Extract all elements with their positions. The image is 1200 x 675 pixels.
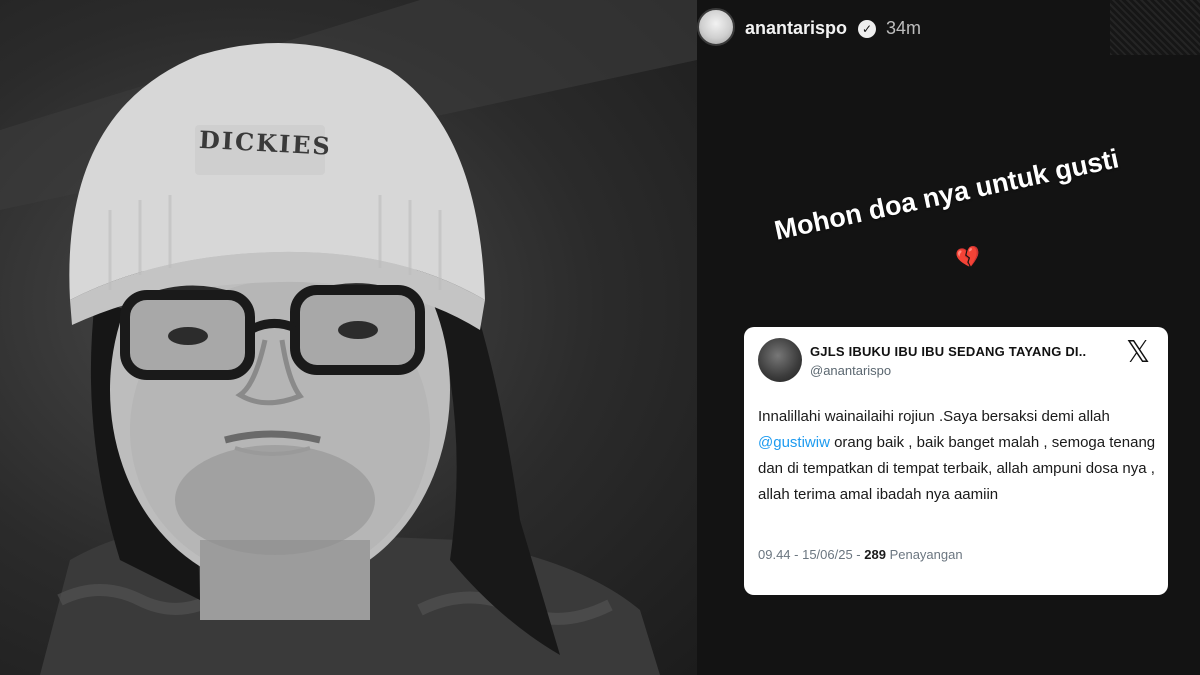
broken-heart-icon: 💔 xyxy=(954,244,984,272)
tweet-meta: 09.44 - 15/06/25 - 289 Penayangan xyxy=(758,547,963,562)
tweet-card[interactable]: GJLS IBUKU IBU IBU SEDANG TAYANG DI.. @a… xyxy=(744,327,1168,595)
tweet-body: Innalillahi wainailaihi rojiun .Saya ber… xyxy=(758,404,1156,508)
avatar[interactable] xyxy=(697,8,735,46)
tweet-avatar[interactable] xyxy=(758,338,802,382)
portrait-photo: DICKIES xyxy=(0,0,697,675)
tweet-timestamp: 09.44 - 15/06/25 - xyxy=(758,547,865,562)
hat-logo-text: DICKIES xyxy=(198,124,333,161)
tweet-handle[interactable]: @anantarispo xyxy=(810,363,891,378)
story-username[interactable]: anantarispo xyxy=(745,18,847,39)
tweet-display-name[interactable]: GJLS IBUKU IBU IBU SEDANG TAYANG DI.. xyxy=(810,344,1086,359)
x-logo-icon: 𝕏 xyxy=(1126,335,1151,370)
portrait-illustration xyxy=(0,0,697,675)
verified-badge-icon: ✓ xyxy=(858,20,876,38)
tweet-body-text-start: Innalillahi wainailaihi rojiun .Saya ber… xyxy=(758,408,1110,425)
story-header: anantarispo ✓ 34m xyxy=(697,8,1200,48)
instagram-story: anantarispo ✓ 34m Mohon doa nya untuk gu… xyxy=(697,0,1200,675)
tweet-mention-link[interactable]: @gustiwiw xyxy=(758,434,830,451)
tweet-views-count: 289 xyxy=(864,547,886,562)
story-timestamp: 34m xyxy=(886,18,922,38)
story-caption: Mohon doa nya untuk gusti xyxy=(771,143,1122,246)
tweet-views-label: Penayangan xyxy=(885,547,963,562)
